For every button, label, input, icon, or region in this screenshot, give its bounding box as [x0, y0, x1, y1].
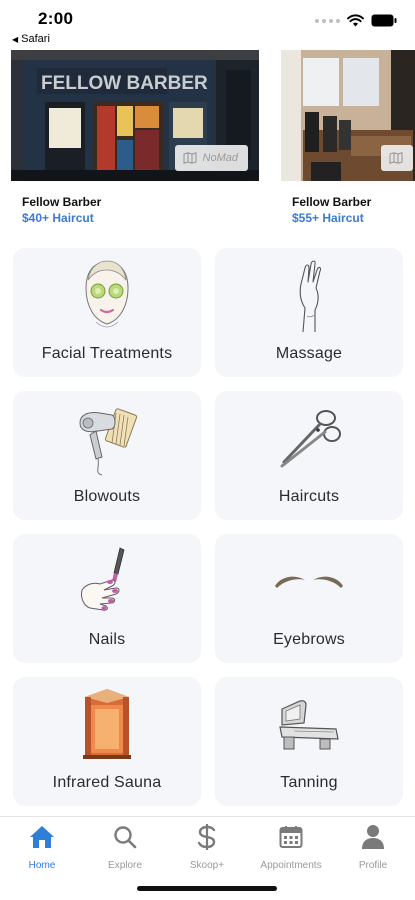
category-massage[interactable]: Massage — [215, 248, 403, 377]
cellular-signal-icon — [315, 18, 340, 23]
tab-label: Skoop+ — [189, 860, 225, 871]
battery-icon — [371, 14, 397, 27]
category-label: Haircuts — [278, 488, 340, 505]
category-label: Massage — [275, 345, 343, 362]
back-caret-icon: ◀ — [12, 34, 19, 44]
person-icon — [359, 823, 387, 851]
category-label: Nails — [88, 631, 126, 648]
nail-polish-icon — [67, 544, 147, 620]
back-app-label: Safari — [21, 33, 50, 45]
status-icons — [315, 14, 397, 27]
tab-profile[interactable]: Profile — [333, 823, 413, 871]
face-mask-icon — [67, 258, 147, 334]
home-indicator[interactable] — [137, 886, 277, 891]
scissors-icon — [269, 401, 349, 477]
category-label: Tanning — [280, 774, 338, 791]
wifi-icon — [347, 14, 364, 27]
tab-label: Home — [28, 860, 56, 871]
category-infrared-sauna[interactable]: Infrared Sauna — [13, 677, 201, 806]
category-facial-treatments[interactable]: Facial Treatments — [13, 248, 201, 377]
tab-explore[interactable]: Explore — [85, 823, 165, 871]
shop-price: $40+ Haircut — [22, 211, 94, 225]
tab-label: Explore — [108, 860, 142, 871]
hand-icon — [269, 258, 349, 334]
home-icon — [28, 823, 56, 851]
eyebrows-icon — [269, 544, 349, 620]
hair-dryer-icon — [67, 401, 147, 477]
category-label: Eyebrows — [273, 631, 345, 648]
tab-home[interactable]: Home — [2, 823, 82, 871]
shop-name: Fellow Barber — [22, 195, 102, 209]
map-icon — [389, 152, 403, 164]
tab-skoop-plus[interactable]: Skoop+ — [167, 823, 247, 871]
tanning-bed-icon — [269, 687, 349, 763]
storefront-photo: FELLOW BARBER NoMad — [11, 50, 259, 181]
neighborhood-tag: NoMad — [174, 145, 248, 171]
storefront-sign-text: FELLOW BARBER — [41, 73, 208, 94]
status-time: 2:00 — [38, 9, 74, 28]
neighborhood-label: NoMad — [202, 152, 238, 164]
featured-card[interactable]: FELLOW BARBER NoMad Fellow Barber $40+ H… — [11, 50, 259, 225]
dollar-icon — [193, 823, 221, 851]
category-label: Blowouts — [73, 488, 141, 505]
category-label: Facial Treatments — [41, 345, 173, 362]
category-nails[interactable]: Nails — [13, 534, 201, 663]
shop-price: $55+ Haircut — [292, 211, 364, 225]
category-haircuts[interactable]: Haircuts — [215, 391, 403, 520]
category-label: Infrared Sauna — [52, 774, 162, 791]
calendar-icon — [277, 823, 305, 851]
map-icon — [182, 152, 197, 164]
back-to-safari-link[interactable]: ◀ Safari — [12, 33, 50, 45]
category-blowouts[interactable]: Blowouts — [13, 391, 201, 520]
tab-appointments[interactable]: Appointments — [251, 823, 331, 871]
interior-photo — [281, 50, 415, 181]
tab-bar: Home Explore Skoop+ Appointments Profile — [0, 816, 415, 900]
featured-card[interactable]: Fellow Barber $55+ Haircut — [281, 50, 415, 225]
shop-name: Fellow Barber — [292, 195, 372, 209]
neighborhood-tag — [381, 145, 413, 171]
category-eyebrows[interactable]: Eyebrows — [215, 534, 403, 663]
featured-carousel[interactable]: FELLOW BARBER NoMad Fellow Barber $40+ H… — [0, 50, 415, 230]
tab-label: Profile — [358, 860, 388, 871]
category-tanning[interactable]: Tanning — [215, 677, 403, 806]
category-grid: Facial Treatments Massage Blowouts Hairc… — [13, 248, 403, 806]
search-icon — [111, 823, 139, 851]
status-bar: 2:00 ◀ Safari — [0, 0, 415, 48]
tab-label: Appointments — [260, 860, 322, 871]
sauna-icon — [67, 687, 147, 763]
